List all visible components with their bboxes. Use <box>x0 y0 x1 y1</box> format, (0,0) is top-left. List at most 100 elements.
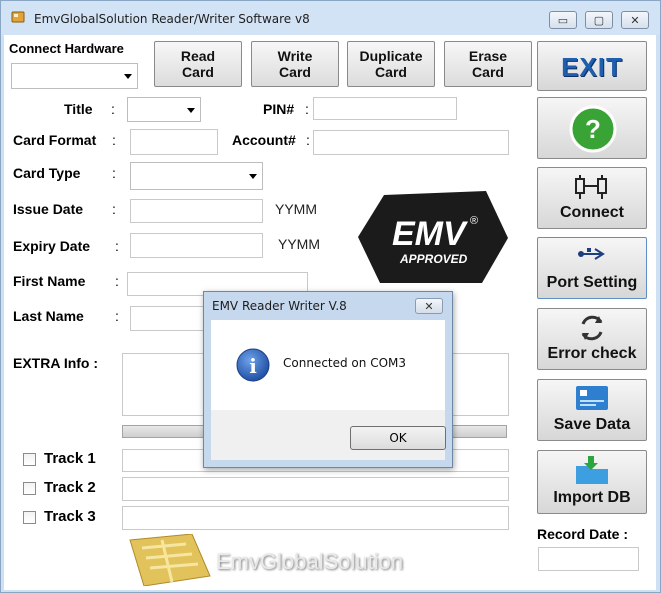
dialog-title: EMV Reader Writer V.8 <box>212 299 347 313</box>
dialog-footer: OK <box>211 410 446 460</box>
card-type-colon: : <box>112 165 116 181</box>
chevron-down-icon <box>249 174 257 179</box>
error-check-button[interactable]: Error check <box>537 308 647 370</box>
port-setting-label: Port Setting <box>546 274 638 291</box>
title-select[interactable] <box>127 97 201 122</box>
connect-label: Connect <box>560 204 624 221</box>
import-db-button[interactable]: Import DB <box>537 450 647 514</box>
card-type-select[interactable] <box>130 162 263 190</box>
import-db-label: Import DB <box>553 489 631 506</box>
erase-card-button[interactable]: Erase Card <box>444 41 532 87</box>
duplicate-card-line2: Card <box>375 64 407 80</box>
issue-date-colon: : <box>112 201 116 217</box>
minimize-icon: ▭ <box>557 14 569 27</box>
ok-button[interactable]: OK <box>350 426 446 450</box>
card-format-label: Card Format <box>13 132 97 148</box>
app-window: EmvGlobalSolution Reader/Writer Software… <box>0 0 661 593</box>
card-format-input[interactable] <box>130 129 218 155</box>
port-setting-button[interactable]: Port Setting <box>537 237 647 299</box>
duplicate-card-line1: Duplicate <box>359 48 423 64</box>
card-save-icon <box>538 385 646 411</box>
title-colon: : <box>111 101 115 117</box>
title-bar[interactable]: EmvGlobalSolution Reader/Writer Software… <box>1 1 660 35</box>
svg-text:i: i <box>249 354 257 378</box>
last-name-colon: : <box>115 308 119 324</box>
issue-date-input[interactable] <box>130 199 263 223</box>
issue-date-unit: YYMM <box>275 201 317 217</box>
track2-checkbox[interactable] <box>23 482 36 495</box>
record-date-label: Record Date : <box>537 526 629 542</box>
write-card-button[interactable]: Write Card <box>251 41 339 87</box>
expiry-date-colon: : <box>115 238 119 254</box>
emv-logo-mark: ® <box>470 215 478 227</box>
connect-button[interactable]: Connect <box>537 167 647 229</box>
connection-dialog: EMV Reader Writer V.8 ✕ i Connected on C… <box>203 291 453 468</box>
extra-info-label: EXTRA Info : <box>13 355 99 371</box>
save-data-label: Save Data <box>553 416 631 433</box>
duplicate-card-button[interactable]: Duplicate Card <box>347 41 435 87</box>
card-type-label: Card Type <box>13 165 81 181</box>
track3-input[interactable] <box>122 506 509 530</box>
track1-checkbox[interactable] <box>23 453 36 466</box>
exit-label: EXIT <box>561 52 623 82</box>
chip-icon <box>129 534 211 586</box>
info-icon: i <box>236 348 270 382</box>
record-date-input[interactable] <box>538 547 639 571</box>
title-label: Title <box>64 101 93 117</box>
first-name-colon: : <box>115 273 119 289</box>
brand-text: EmvGlobalSolution <box>216 549 404 574</box>
track2-input[interactable] <box>122 477 509 501</box>
app-icon <box>11 11 25 23</box>
pin-label: PIN# <box>263 101 295 117</box>
connect-hardware-select[interactable] <box>11 63 138 89</box>
minimize-button[interactable]: ▭ <box>549 11 577 29</box>
read-card-line1: Read <box>180 48 216 64</box>
write-card-line2: Card <box>279 64 311 80</box>
close-button[interactable]: ✕ <box>621 11 649 29</box>
account-input[interactable] <box>313 130 509 155</box>
help-icon: ? <box>569 105 617 153</box>
track1-label: Track 1 <box>44 450 96 467</box>
pin-input[interactable] <box>313 97 457 120</box>
last-name-input[interactable] <box>130 306 210 331</box>
maximize-icon: ▢ <box>593 14 605 27</box>
emv-logo-sub: APPROVED <box>399 252 468 266</box>
track3-label: Track 3 <box>44 508 96 525</box>
emv-approved-logo: EMV ® APPROVED <box>358 191 508 283</box>
account-label: Account# <box>232 132 296 148</box>
write-card-line1: Write <box>277 48 313 64</box>
window-title: EmvGlobalSolution Reader/Writer Software… <box>34 12 310 26</box>
refresh-icon <box>538 314 646 342</box>
folder-import-icon <box>538 456 646 486</box>
save-data-button[interactable]: Save Data <box>537 379 647 441</box>
card-format-colon: : <box>112 132 116 148</box>
close-icon: ✕ <box>630 14 640 27</box>
erase-card-line2: Card <box>472 64 504 80</box>
erase-card-line1: Erase <box>468 48 508 64</box>
svg-text:?: ? <box>585 114 601 144</box>
dialog-message: Connected on COM3 <box>283 356 407 370</box>
pin-colon: : <box>305 101 309 117</box>
first-name-label: First Name <box>13 273 86 289</box>
track2-label: Track 2 <box>44 479 96 496</box>
track3-checkbox[interactable] <box>23 511 36 524</box>
expiry-date-input[interactable] <box>130 233 263 258</box>
last-name-label: Last Name <box>13 308 84 324</box>
emv-logo-text: EMV <box>392 215 469 253</box>
usb-icon <box>538 246 646 262</box>
account-colon: : <box>306 132 310 148</box>
issue-date-label: Issue Date <box>13 201 84 217</box>
help-button[interactable]: ? <box>537 97 647 159</box>
expiry-date-label: Expiry Date <box>13 238 91 254</box>
expiry-date-unit: YYMM <box>278 236 320 252</box>
plug-connector-icon <box>538 173 646 201</box>
exit-button[interactable]: EXIT <box>537 41 647 91</box>
dialog-close-button[interactable]: ✕ <box>415 298 443 314</box>
connect-hardware-label: Connect Hardware <box>9 41 124 56</box>
maximize-button[interactable]: ▢ <box>585 11 613 29</box>
chevron-down-icon <box>187 107 195 113</box>
read-card-line2: Card <box>182 64 214 80</box>
close-icon: ✕ <box>424 300 434 313</box>
read-card-button[interactable]: Read Card <box>154 41 242 87</box>
chevron-down-icon <box>124 74 132 79</box>
